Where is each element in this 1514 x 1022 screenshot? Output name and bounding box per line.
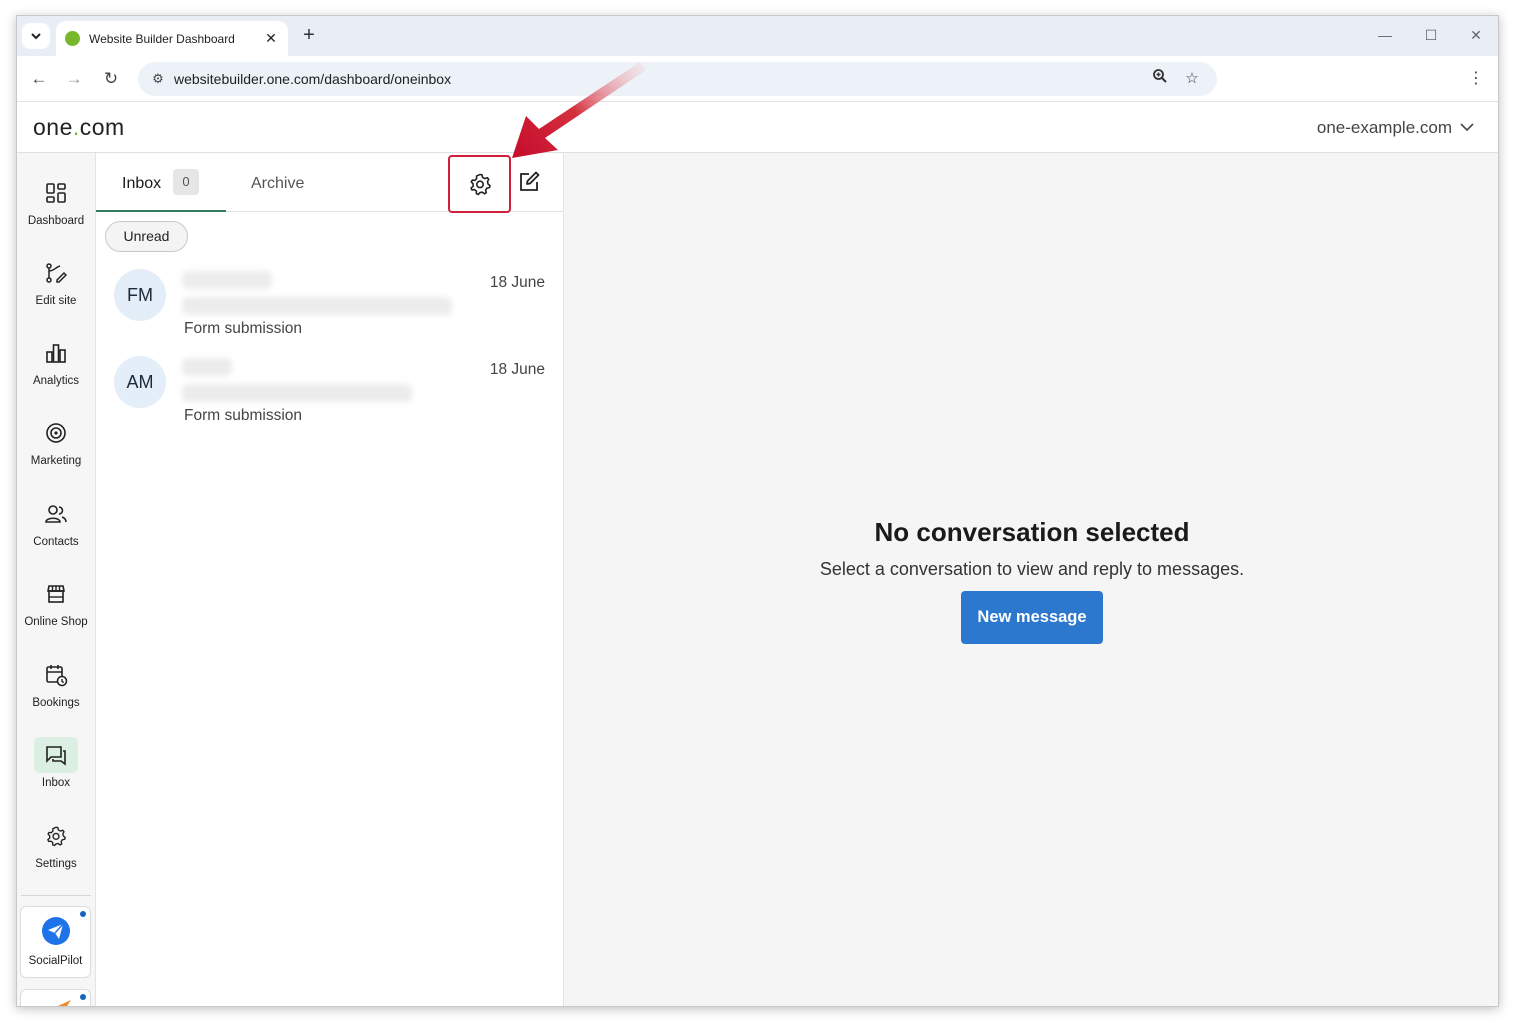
bookings-icon [34, 657, 78, 693]
minimize-button[interactable]: — [1372, 24, 1398, 48]
compose-icon [520, 171, 540, 191]
edit-site-icon [34, 255, 78, 291]
sidebar-label: Settings [35, 858, 77, 870]
sidebar-label: Inbox [41, 777, 71, 789]
conversation-date: 18 June [489, 274, 545, 291]
sidebar-label: Contacts [33, 536, 79, 548]
main-sidebar: Dashboard Edit site Analytics Marketing … [17, 153, 96, 1006]
close-window-button[interactable]: ✕ [1463, 24, 1489, 48]
chevron-down-icon[interactable] [1460, 120, 1474, 134]
sidebar-item-contacts[interactable]: Contacts [17, 496, 95, 566]
conversation-date: 18 June [489, 361, 545, 378]
gear-icon [469, 173, 491, 196]
sidebar-divider [21, 895, 91, 896]
compose-button[interactable] [517, 167, 541, 197]
sidebar-item-inbox[interactable]: Inbox [17, 737, 95, 807]
logo-suffix: com [79, 114, 125, 140]
tab-archive[interactable]: Archive [251, 175, 304, 193]
maximize-button[interactable]: ☐ [1418, 24, 1444, 48]
avatar: AM [114, 356, 166, 408]
one-com-logo[interactable]: one.com [33, 114, 125, 141]
sidebar-item-marketing[interactable]: Marketing [17, 415, 95, 485]
site-info-icon[interactable]: ⚙ [147, 68, 169, 90]
avatar: FM [114, 269, 166, 321]
sender-email-redacted [182, 384, 412, 402]
socialpilot-icon [42, 917, 70, 945]
sidebar-item-bookings[interactable]: Bookings [17, 657, 95, 727]
sidebar-item-online-shop[interactable]: Online Shop [17, 576, 95, 646]
empty-state-title: No conversation selected [874, 517, 1190, 547]
forward-button[interactable]: → [62, 67, 86, 91]
marketing-icon [34, 415, 78, 451]
close-tab-icon[interactable]: ✕ [260, 30, 282, 47]
notification-dot [80, 911, 86, 917]
shop-icon [34, 576, 78, 612]
sidebar-label: Edit site [35, 295, 77, 307]
analytics-icon [34, 335, 78, 371]
reload-button[interactable]: ↻ [99, 67, 123, 91]
new-tab-button[interactable]: + [298, 25, 320, 47]
notification-dot [80, 994, 86, 1000]
app-header: one.com one-example.com [17, 102, 1498, 153]
browser-window: Website Builder Dashboard ✕ + — ☐ ✕ ← → … [16, 15, 1499, 1007]
address-bar[interactable]: ⚙ websitebuilder.one.com/dashboard/onein… [138, 62, 1217, 96]
back-button[interactable]: ← [27, 67, 51, 91]
sender-name-redacted [182, 271, 272, 289]
app-card-partial[interactable] [20, 989, 91, 1006]
inbox-tabs: Inbox 0 Archive [96, 153, 563, 213]
conversation-detail: No conversation selected Select a conver… [564, 153, 1498, 1006]
sidebar-item-edit-site[interactable]: Edit site [17, 255, 95, 325]
sidebar-label: Bookings [32, 697, 80, 709]
browser-toolbar: ← → ↻ ⚙ websitebuilder.one.com/dashboard… [17, 56, 1498, 102]
new-message-button[interactable]: New message [961, 591, 1103, 644]
app-icon [58, 1000, 71, 1006]
tab-search-button[interactable] [22, 23, 50, 49]
app-socialpilot[interactable]: SocialPilot [20, 906, 91, 978]
bookmark-star-icon[interactable]: ☆ [1181, 68, 1203, 90]
tab-title: Website Builder Dashboard [89, 31, 235, 46]
browser-menu-icon[interactable]: ⋮ [1468, 67, 1484, 91]
sidebar-item-settings[interactable]: Settings [17, 818, 95, 888]
domain-selector[interactable]: one-example.com [1317, 118, 1452, 138]
dashboard-icon [34, 175, 78, 211]
logo-prefix: one [33, 114, 73, 140]
logo-dot: . [72, 114, 80, 140]
inbox-icon [34, 737, 78, 773]
sidebar-label: Online Shop [24, 616, 88, 628]
sender-email-redacted [182, 297, 452, 315]
contacts-icon [34, 496, 78, 532]
settings-icon [34, 818, 78, 854]
sidebar-item-dashboard[interactable]: Dashboard [17, 175, 95, 245]
sidebar-label: Marketing [30, 455, 82, 467]
inbox-count-badge: 0 [173, 169, 199, 195]
conversation-subject: Form submission [184, 407, 302, 424]
tab-inbox[interactable]: Inbox 0 [96, 153, 226, 212]
browser-tab[interactable]: Website Builder Dashboard ✕ [56, 21, 288, 56]
zoom-icon[interactable] [1149, 68, 1171, 90]
conversation-item[interactable]: AM Form submission 18 June [96, 356, 563, 442]
conversation-item[interactable]: FM Form submission 18 June [96, 269, 563, 355]
chevron-down-icon [31, 33, 41, 40]
tab-strip: Website Builder Dashboard ✕ + — ☐ ✕ [17, 16, 1498, 56]
conversation-subject: Form submission [184, 320, 302, 337]
url-text[interactable]: websitebuilder.one.com/dashboard/oneinbo… [174, 71, 451, 87]
empty-state-text: Select a conversation to view and reply … [819, 559, 1245, 579]
sidebar-label: Dashboard [27, 215, 85, 227]
tab-inbox-label: Inbox [122, 175, 162, 192]
inbox-list-panel: Inbox 0 Archive Unread FM Form submissio… [96, 153, 564, 1006]
app-label: SocialPilot [28, 955, 83, 967]
favicon-icon [65, 31, 80, 46]
inbox-settings-button[interactable] [448, 155, 511, 213]
filter-unread[interactable]: Unread [105, 221, 188, 252]
sidebar-label: Analytics [32, 375, 80, 387]
sender-name-redacted [182, 358, 232, 376]
sidebar-item-analytics[interactable]: Analytics [17, 335, 95, 405]
